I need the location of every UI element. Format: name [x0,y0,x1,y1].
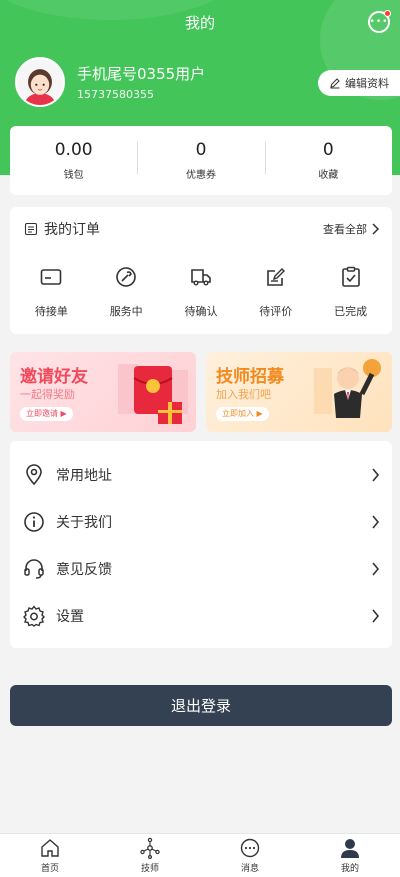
tab-label: 技师 [140,864,159,874]
feedback-icon [24,558,44,579]
chevron-right-icon [372,561,380,576]
profile-section: 手机尾号0355用户 15737580355 [15,57,205,107]
see-all-label: 查看全部 [323,223,367,236]
banner-title: 技师招募 [216,367,284,387]
order-pending-confirm[interactable]: 待确认 [164,251,239,319]
chevron-right-icon [372,608,380,623]
pencil-icon [330,78,340,89]
order-item-label: 待确认 [184,305,218,318]
user-icon [341,839,359,858]
edit-profile-label: 编辑资料 [345,77,389,90]
order-item-label: 待评价 [259,305,293,318]
menu-address[interactable]: 常用地址 [10,451,392,498]
stat-favorites[interactable]: 0 收藏 [264,140,392,181]
menu-about[interactable]: 关于我们 [10,498,392,545]
banner-subtitle: 加入我们吧 [216,388,271,401]
avatar[interactable] [15,57,65,107]
logout-button[interactable]: 退出登录 [10,685,392,726]
banner-subtitle: 一起得奖励 [20,388,75,401]
more-dots-icon: ••• [369,16,389,27]
businessman-icon [314,359,381,418]
see-all-orders-link[interactable]: 查看全部 [323,221,380,237]
recruit-technician-banner[interactable]: 技师招募 加入我们吧 立即加入 ▶ [206,352,392,432]
truck-icon [191,269,211,286]
order-completed[interactable]: 已完成 [313,251,388,319]
menu-label: 设置 [56,608,84,625]
stat-label: 收藏 [318,170,339,181]
chevron-right-icon [372,514,380,529]
tab-label: 首页 [40,864,59,874]
edit-profile-button[interactable]: 编辑资料 [318,70,400,96]
edit-icon [266,268,285,286]
order-list-icon [24,222,38,236]
join-now-button[interactable]: 立即加入 ▶ [216,407,269,421]
stat-value: 0.00 [54,140,93,160]
wrench-icon [116,267,136,287]
network-icon [140,837,160,859]
menu-label: 关于我们 [56,514,112,531]
chevron-right-icon [372,467,380,482]
banner-title: 邀请好友 [20,367,88,387]
bottom-tab-bar: 首页 技师 消息 我的 [0,833,400,877]
stats-card: 0.00 钱包 0 优惠券 0 收藏 [10,126,392,195]
chevron-right-icon [372,223,380,235]
unread-badge [384,10,391,17]
order-pending-accept[interactable]: 待接单 [14,251,89,319]
user-phone: 15737580355 [77,87,154,101]
tab-messages[interactable]: 消息 [200,834,300,877]
menu-settings[interactable]: 设置 [10,592,392,639]
order-in-service[interactable]: 服务中 [89,251,164,319]
info-icon [24,511,44,532]
stat-value: 0 [195,140,207,160]
order-item-label: 服务中 [109,305,143,318]
page-title: 我的 [184,13,215,32]
stat-wallet[interactable]: 0.00 钱包 [10,140,137,181]
user-name: 手机尾号0355用户 [77,64,206,83]
tab-home[interactable]: 首页 [0,834,100,877]
stat-value: 0 [322,140,334,160]
order-item-label: 待接单 [34,305,68,318]
card-icon [41,269,62,285]
menu-feedback[interactable]: 意见反馈 [10,545,392,592]
tab-mine[interactable]: 我的 [300,834,400,877]
home-icon [41,839,59,857]
settings-menu: 常用地址 关于我们 意见反馈 设置 [10,441,392,648]
stat-label: 钱包 [63,170,84,181]
top-bar: 我的 ••• [0,0,400,44]
orders-card: 我的订单 查看全部 待接单 服务中 待确认 待评价 已完成 [10,207,392,334]
gear-icon [23,604,45,627]
invite-friends-banner[interactable]: 邀请好友 一起得奖励 立即邀请 ▶ [10,352,196,432]
red-envelope-gift-icon [118,364,188,424]
order-pending-review[interactable]: 待评价 [238,251,313,319]
avatar-girl-icon [17,59,63,105]
stat-coupons[interactable]: 0 优惠券 [137,140,264,181]
orders-title: 我的订单 [44,222,100,238]
tab-label: 消息 [240,864,259,874]
menu-label: 意见反馈 [56,561,112,578]
invite-now-button[interactable]: 立即邀请 ▶ [20,407,73,421]
tab-technician[interactable]: 技师 [100,834,200,877]
menu-label: 常用地址 [56,467,112,484]
tab-label: 我的 [340,864,359,874]
stat-label: 优惠券 [185,170,216,181]
order-item-label: 已完成 [334,305,368,318]
message-button[interactable]: ••• [368,10,391,33]
clipboard-check-icon [341,266,360,287]
location-icon [26,463,42,485]
chat-icon [240,838,260,858]
